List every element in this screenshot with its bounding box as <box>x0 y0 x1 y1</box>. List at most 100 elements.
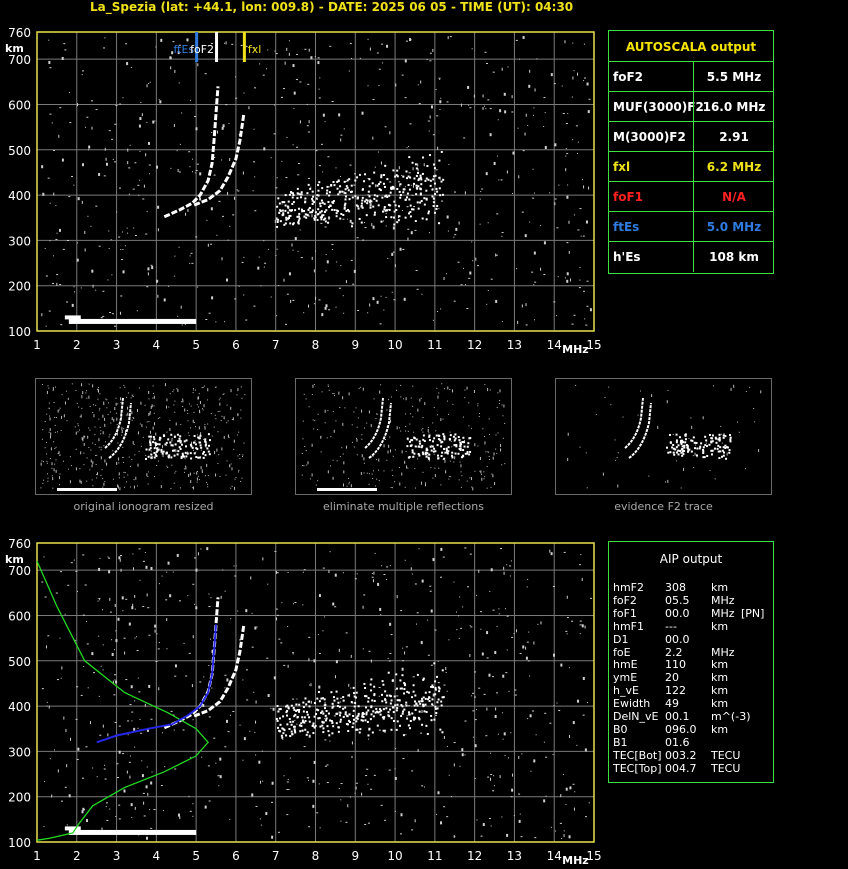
autoscala-label: M(3000)F2 <box>613 130 686 144</box>
x-mode-trace <box>193 113 246 207</box>
marker-foF2 <box>215 32 219 62</box>
aip-cell: 003.2 <box>665 748 697 762</box>
y-tick-label: 600 <box>8 609 31 623</box>
autoscala-label: foF1 <box>613 190 644 204</box>
autoscala-label: MUF(3000)F2 <box>613 100 704 114</box>
es-layer-trace <box>68 318 197 324</box>
aip-cell: km <box>711 722 729 736</box>
x-tick-label: 9 <box>351 849 359 863</box>
y-tick-label: 700 <box>8 53 31 67</box>
x-tick-label: 1 <box>33 849 41 863</box>
x-tick-label: 8 <box>312 338 320 352</box>
aip-cell: TEC[Bot] <box>613 748 662 762</box>
x-tick-label: 6 <box>232 849 240 863</box>
aip-cell: [PN] <box>741 606 765 620</box>
y-tick-label: 200 <box>8 280 31 294</box>
es-layer-start <box>64 826 81 831</box>
autoscala-row: ftEs 5.0 MHz <box>609 211 773 242</box>
x-tick-label: 2 <box>73 338 81 352</box>
es-layer-start <box>64 315 81 320</box>
aip-cell: D1 <box>613 632 629 646</box>
thumbnail-ionogram <box>295 378 512 495</box>
autoscala-value: 108 km <box>709 250 759 264</box>
y-axis-label: km <box>5 553 24 566</box>
profile-series-0 <box>36 560 209 841</box>
aip-cell: MHz <box>711 606 735 620</box>
noise-speckle <box>41 36 592 327</box>
x-tick-label: 12 <box>467 849 482 863</box>
thumbnail-es-trace <box>57 488 117 491</box>
autoscala-value: 16.0 MHz <box>702 100 766 114</box>
y-tick-label: 100 <box>8 836 31 850</box>
autoscala-row: MUF(3000)F2 16.0 MHz <box>609 91 773 122</box>
aip-cell: B0 <box>613 722 628 736</box>
aip-cell: MHz <box>711 593 735 607</box>
autoscala-value: 5.0 MHz <box>706 220 762 234</box>
thumbnail-ionogram <box>35 378 252 495</box>
x-tick-label: 13 <box>507 338 522 352</box>
aip-cell: hmF1 <box>613 619 645 633</box>
echo-cluster <box>275 662 445 739</box>
aip-cell: 00.0 <box>665 632 690 646</box>
aip-cell: foF1 <box>613 606 637 620</box>
marker-fxl <box>242 32 246 62</box>
aip-cell: TECU <box>711 761 741 775</box>
autoscala-value: 2.91 <box>719 130 749 144</box>
x-tick-label: 10 <box>387 849 402 863</box>
y-tick-label: 300 <box>8 234 31 248</box>
autoscala-label: h'Es <box>613 250 641 264</box>
y-tick-label: 700 <box>8 564 31 578</box>
y-tick-label: 400 <box>8 700 31 714</box>
autoscala-panel: AUTOSCALA output foF2 5.5 MHz MUF(3000)F2 1… <box>608 30 774 274</box>
autoscala-label: ftEs <box>613 220 640 234</box>
y-tick-label: 500 <box>8 144 31 158</box>
aip-row: D1 00.0 <box>613 632 764 647</box>
y-tick-label: 100 <box>8 325 31 339</box>
aip-row: B1 01.6 <box>613 735 764 750</box>
aip-cell: 308 <box>665 581 686 594</box>
bottom-ionogram-chart: 100200300400500600700760km1 2 3 4 5 6 7 8 9 10 11 1… <box>5 537 602 867</box>
autoscala-value: 6.2 MHz <box>706 160 762 174</box>
es-layer-trace <box>68 829 197 835</box>
aip-cell: B1 <box>613 735 628 749</box>
autoscala-divider <box>693 62 694 92</box>
x-tick-label: 5 <box>192 338 200 352</box>
autoscala-divider <box>693 122 694 152</box>
aip-cell: foF2 <box>613 593 637 607</box>
autoscala-value: N/A <box>722 190 746 204</box>
autoscala-row: foF2 5.5 MHz <box>609 61 773 92</box>
y-tick-label: 600 <box>8 98 31 112</box>
autoscala-divider <box>693 242 694 272</box>
page-title: La_Spezia (lat: +44.1, lon: 009.8) - DAT… <box>90 0 574 14</box>
aip-cell: 05.5 <box>665 593 690 607</box>
x-tick-label: 4 <box>153 849 161 863</box>
aip-row: B0 096.0 km <box>613 722 764 737</box>
aip-panel: AIP output hmF2 308 km foF2 05.5 MHz foF1 00.0 M… <box>608 541 774 783</box>
x-tick-label: 7 <box>272 849 280 863</box>
x-tick-label: 10 <box>387 338 402 352</box>
autoscala-row: fxl 6.2 MHz <box>609 151 773 182</box>
thumbnail-caption: evidence F2 trace <box>614 500 713 513</box>
y-tick-label: 760 <box>8 537 31 551</box>
aip-row: TEC[Bot] 003.2 TECU <box>613 748 764 763</box>
x-axis-label: MHz <box>562 343 589 356</box>
aip-row: foF2 05.5 MHz <box>613 593 764 608</box>
x-tick-label: 11 <box>427 338 442 352</box>
autoscala-divider <box>693 92 694 122</box>
aip-cell: 00.0 <box>665 606 690 620</box>
aip-cell: TECU <box>711 748 741 762</box>
thumbnail-es-trace <box>317 488 377 491</box>
aip-cell: km <box>711 581 729 594</box>
autoscala-divider <box>693 182 694 212</box>
autoscala-title: AUTOSCALA output <box>625 40 757 54</box>
x-tick-label: 12 <box>467 338 482 352</box>
x-tick-label: 1 <box>33 338 41 352</box>
autoscala-value: 5.5 MHz <box>706 70 762 84</box>
echo-cluster <box>276 150 445 228</box>
x-tick-label: 3 <box>113 338 121 352</box>
x-tick-label: 9 <box>351 338 359 352</box>
autoscala-divider <box>693 152 694 182</box>
thumbnail-caption: eliminate multiple reflections <box>323 500 484 513</box>
x-tick-label: 4 <box>153 338 161 352</box>
x-tick-label: 11 <box>427 849 442 863</box>
